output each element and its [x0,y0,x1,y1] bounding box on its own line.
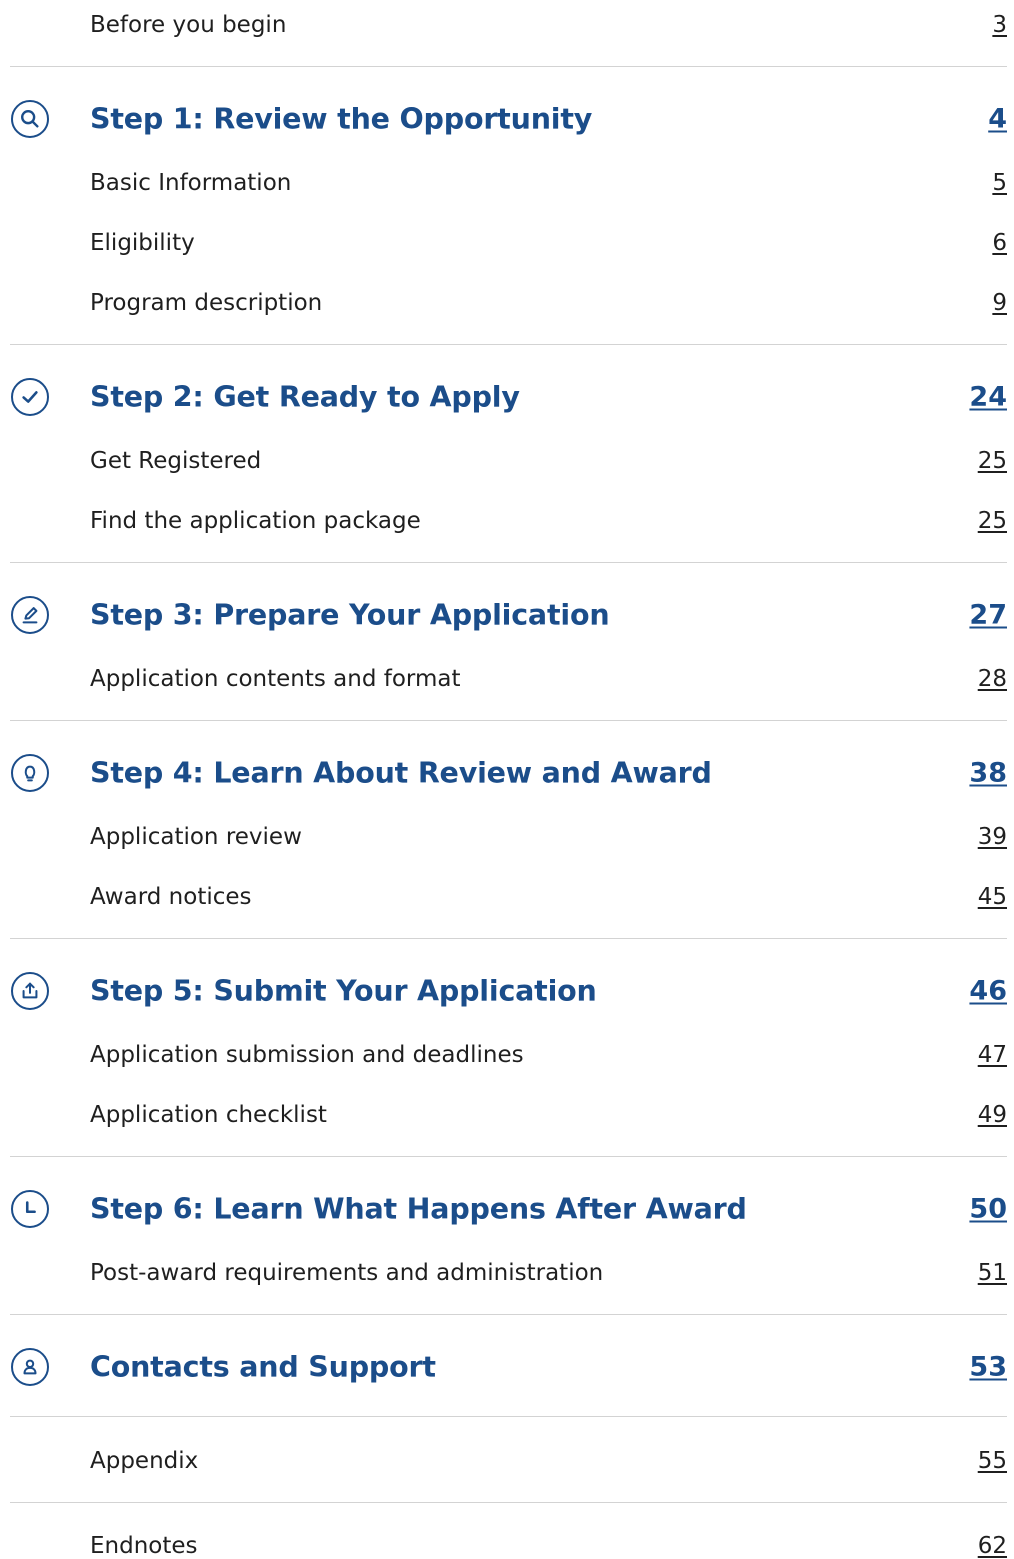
toc-entry-get-registered[interactable]: Get Registered 25 [90,448,1007,474]
toc-page-link[interactable]: 9 [992,290,1007,316]
toc-entry-label: Award notices [90,884,252,910]
toc-step-title: Step 6: Learn What Happens After Award [90,1192,747,1226]
toc-contacts-support[interactable]: Contacts and Support 53 [90,1351,1007,1384]
toc-entry-label: Get Registered [90,448,262,474]
toc-step-title: Step 2: Get Ready to Apply [90,380,520,414]
toc-step-title: Step 1: Review the Opportunity [90,102,593,136]
toc-entry-endnotes[interactable]: Endnotes 62 [90,1533,1007,1559]
divider [10,66,1007,67]
toc-entry-label: Basic Information [90,170,292,196]
toc-page-link[interactable]: 50 [969,1194,1007,1225]
toc-page-link[interactable]: 3 [992,12,1007,38]
toc-step-1[interactable]: Step 1: Review the Opportunity 4 [90,103,1007,136]
clock-icon [11,1190,49,1228]
divider [10,1314,1007,1315]
divider [10,720,1007,721]
toc-page-link[interactable]: 55 [978,1448,1007,1474]
toc-page-link[interactable]: 6 [992,230,1007,256]
toc-page-link[interactable]: 27 [969,600,1007,631]
toc-entry-label: Eligibility [90,230,195,256]
divider [10,1502,1007,1503]
toc-page-link[interactable]: 53 [969,1352,1007,1383]
toc-page-link[interactable]: 25 [978,508,1007,534]
divider [10,562,1007,563]
toc-step-2[interactable]: Step 2: Get Ready to Apply 24 [90,381,1007,414]
toc-entry-eligibility[interactable]: Eligibility 6 [90,230,1007,256]
upload-icon [11,972,49,1010]
search-icon [11,100,49,138]
toc-entry-basic-information[interactable]: Basic Information 5 [90,170,1007,196]
toc-entry-label: Application checklist [90,1102,327,1128]
pencil-icon [11,596,49,634]
toc-page-link[interactable]: 49 [978,1102,1007,1128]
toc-step-title: Contacts and Support [90,1350,436,1384]
toc-entry-label: Before you begin [90,12,287,38]
toc-page-link[interactable]: 25 [978,448,1007,474]
toc-entry-application-checklist[interactable]: Application checklist 49 [90,1102,1007,1128]
toc-entry-label: Program description [90,290,323,316]
toc-entry-label: Application submission and deadlines [90,1042,524,1068]
toc-step-3[interactable]: Step 3: Prepare Your Application 27 [90,599,1007,632]
divider [10,938,1007,939]
toc-entry-before-you-begin[interactable]: Before you begin 3 [90,12,1007,38]
divider [10,1416,1007,1417]
toc-step-title: Step 4: Learn About Review and Award [90,756,712,790]
toc-entry-label: Find the application package [90,508,421,534]
toc-entry-submission-deadlines[interactable]: Application submission and deadlines 47 [90,1042,1007,1068]
toc-page-link[interactable]: 46 [969,976,1007,1007]
toc-entry-label: Post-award requirements and administrati… [90,1260,604,1286]
toc-page-link[interactable]: 47 [978,1042,1007,1068]
toc-page-link[interactable]: 39 [978,824,1007,850]
toc-step-title: Step 5: Submit Your Application [90,974,597,1008]
toc-page-link[interactable]: 4 [988,104,1007,135]
lightbulb-icon [11,754,49,792]
toc-entry-program-description[interactable]: Program description 9 [90,290,1007,316]
toc-page-link[interactable]: 45 [978,884,1007,910]
check-icon [11,378,49,416]
toc-step-title: Step 3: Prepare Your Application [90,598,610,632]
toc-entry-label: Application contents and format [90,666,461,692]
toc-page-link[interactable]: 38 [969,758,1007,789]
divider [10,1156,1007,1157]
toc-step-4[interactable]: Step 4: Learn About Review and Award 38 [90,757,1007,790]
toc-entry-award-notices[interactable]: Award notices 45 [90,884,1007,910]
toc-page-link[interactable]: 5 [992,170,1007,196]
toc-step-6[interactable]: Step 6: Learn What Happens After Award 5… [90,1193,1007,1226]
toc-page-link[interactable]: 51 [978,1260,1007,1286]
toc-entry-application-review[interactable]: Application review 39 [90,824,1007,850]
person-icon [11,1348,49,1386]
divider [10,344,1007,345]
toc-page-link[interactable]: 28 [978,666,1007,692]
toc-entry-label: Appendix [90,1448,199,1474]
toc-page-link[interactable]: 62 [978,1533,1007,1559]
toc-entry-label: Endnotes [90,1533,198,1559]
toc-entry-label: Application review [90,824,302,850]
toc-entry-find-application-package[interactable]: Find the application package 25 [90,508,1007,534]
toc-page-link[interactable]: 24 [969,382,1007,413]
toc-entry-application-contents[interactable]: Application contents and format 28 [90,666,1007,692]
toc-entry-appendix[interactable]: Appendix 55 [90,1448,1007,1474]
toc-step-5[interactable]: Step 5: Submit Your Application 46 [90,975,1007,1008]
toc-entry-post-award[interactable]: Post-award requirements and administrati… [90,1260,1007,1286]
